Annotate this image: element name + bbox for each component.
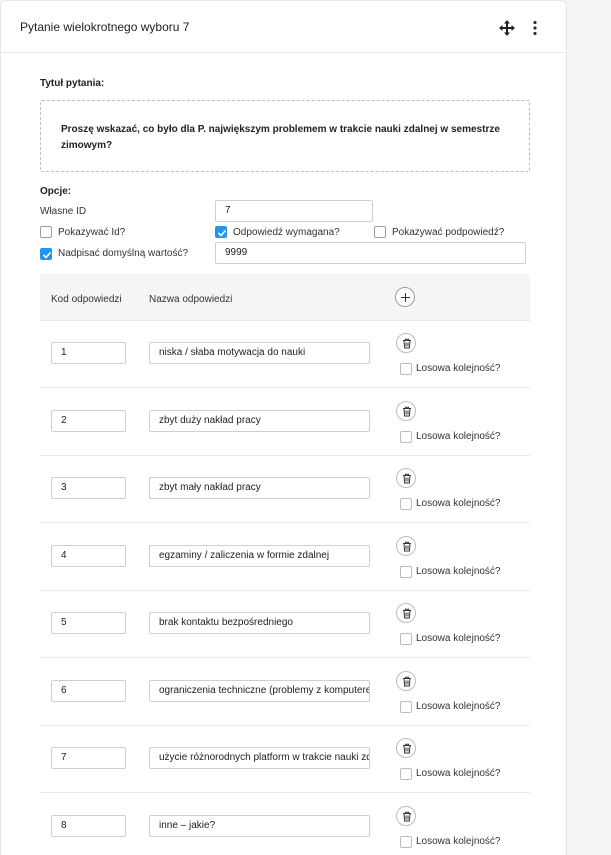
trash-icon [403, 473, 411, 484]
show-id-label: Pokazywać Id? [58, 227, 126, 238]
random-order-checkbox[interactable] [400, 498, 412, 510]
answer-code-input[interactable]: 4 [51, 544, 126, 567]
answer-row: 6 ograniczenia techniczne (problemy z ko… [40, 659, 530, 726]
answer-name-input[interactable]: egzaminy / zaliczenia w formie zdalnej [149, 544, 370, 567]
random-order-label: Losowa kolejność? [416, 768, 501, 779]
question-title-editor[interactable]: Proszę wskazać, co było dla P. największ… [40, 100, 530, 172]
random-order-label: Losowa kolejność? [416, 633, 501, 644]
options-label: Opcje: [40, 186, 72, 197]
question-title-text: Proszę wskazać, co było dla P. największ… [61, 124, 500, 151]
answer-row: 7 użycie różnorodnych platform w trakcie… [40, 726, 530, 793]
random-order-label: Losowa kolejność? [416, 700, 501, 712]
more-vert-icon[interactable] [528, 19, 542, 37]
answer-name-input[interactable]: zbyt duży nakład pracy [149, 409, 370, 432]
required-label: Odpowiedź wymagana? [233, 227, 340, 238]
own-id-label: Własne ID [40, 206, 87, 217]
answer-name-input[interactable]: zbyt mały nakład pracy [149, 477, 370, 499]
trash-icon [403, 811, 411, 821]
delete-answer-button[interactable] [396, 603, 416, 623]
trash-icon [403, 743, 411, 754]
random-order-label: Losowa kolejność? [416, 498, 501, 509]
show-hint-checkbox[interactable] [374, 226, 386, 238]
checkmark-icon [217, 229, 227, 237]
random-order-label: Losowa kolejność? [416, 430, 501, 442]
random-order-checkbox[interactable] [400, 430, 412, 443]
override-default-label: Nadpisać domyślną wartość? [58, 248, 189, 259]
checkmark-icon [42, 251, 52, 259]
move-arrows-icon[interactable] [498, 19, 516, 37]
required-checkbox[interactable] [215, 226, 227, 238]
show-id-checkbox[interactable] [40, 226, 52, 238]
answer-name-input[interactable]: użycie różnorodnych platform w trakcie n… [149, 747, 370, 769]
random-order-checkbox[interactable] [400, 768, 412, 780]
default-value-input[interactable]: 9999 [215, 242, 526, 264]
answer-code-input[interactable]: 7 [51, 747, 126, 769]
answer-name-input[interactable]: brak kontaktu bezpośredniego [149, 612, 370, 634]
column-header-name: Nazwa odpowiedzi [149, 294, 233, 305]
delete-answer-button[interactable] [396, 738, 416, 758]
delete-answer-button[interactable] [396, 535, 416, 556]
delete-answer-button[interactable] [396, 805, 416, 826]
answer-row: 4 egzaminy / zaliczenia w formie zdalnej… [40, 524, 530, 591]
random-order-checkbox[interactable] [400, 363, 412, 375]
card-title: Pytanie wielokrotnego wyboru 7 [20, 20, 190, 34]
answer-code-input[interactable]: 2 [51, 409, 126, 432]
answer-code-input[interactable]: 5 [51, 612, 126, 634]
delete-answer-button[interactable] [396, 400, 416, 421]
random-order-checkbox[interactable] [400, 565, 412, 578]
answer-row: 3 zbyt mały nakład pracy Losowa kolejnoś… [40, 456, 530, 523]
card-header: Pytanie wielokrotnego wyboru 7 [1, 1, 566, 53]
column-header-code: Kod odpowiedzi [51, 294, 122, 305]
answer-row: 8 inne – jakie? Losowa kolejność? [40, 794, 530, 855]
add-answer-button[interactable] [395, 287, 415, 307]
trash-icon [403, 338, 411, 349]
delete-answer-button[interactable] [396, 333, 416, 353]
random-order-checkbox[interactable] [400, 700, 412, 713]
answer-name-input[interactable]: inne – jakie? [149, 814, 370, 837]
trash-icon [403, 541, 411, 551]
random-order-label: Losowa kolejność? [416, 363, 501, 374]
show-hint-label: Pokazywać podpowiedź? [392, 227, 505, 238]
random-order-checkbox[interactable] [400, 633, 412, 645]
question-title-label: Tytuł pytania: [40, 78, 105, 89]
answers-table-header: Kod odpowiedzi Nazwa odpowiedzi [40, 274, 530, 321]
trash-icon [403, 608, 411, 619]
override-default-checkbox[interactable] [40, 248, 52, 260]
answer-code-input[interactable]: 3 [51, 477, 126, 499]
answer-code-input[interactable]: 6 [51, 679, 126, 702]
answer-row: 1 niska / słaba motywacja do nauki Losow… [40, 321, 530, 388]
random-order-label: Losowa kolejność? [416, 835, 501, 847]
answer-row: 5 brak kontaktu bezpośredniego Losowa ko… [40, 591, 530, 658]
random-order-checkbox[interactable] [400, 835, 412, 848]
answer-code-input[interactable]: 1 [51, 342, 126, 364]
answer-code-input[interactable]: 8 [51, 814, 126, 837]
delete-answer-button[interactable] [396, 468, 416, 488]
own-id-input[interactable]: 7 [215, 200, 373, 222]
delete-answer-button[interactable] [396, 670, 416, 691]
answer-row: 2 zbyt duży nakład pracy Losowa kolejnoś… [40, 389, 530, 456]
question-card: Pytanie wielokrotnego wyboru 7 Tytuł pyt… [0, 0, 567, 855]
random-order-label: Losowa kolejność? [416, 565, 501, 577]
trash-icon [403, 676, 411, 686]
answer-name-input[interactable]: ograniczenia techniczne (problemy z komp… [149, 679, 370, 702]
answer-name-input[interactable]: niska / słaba motywacja do nauki [149, 342, 370, 364]
trash-icon [403, 406, 411, 416]
